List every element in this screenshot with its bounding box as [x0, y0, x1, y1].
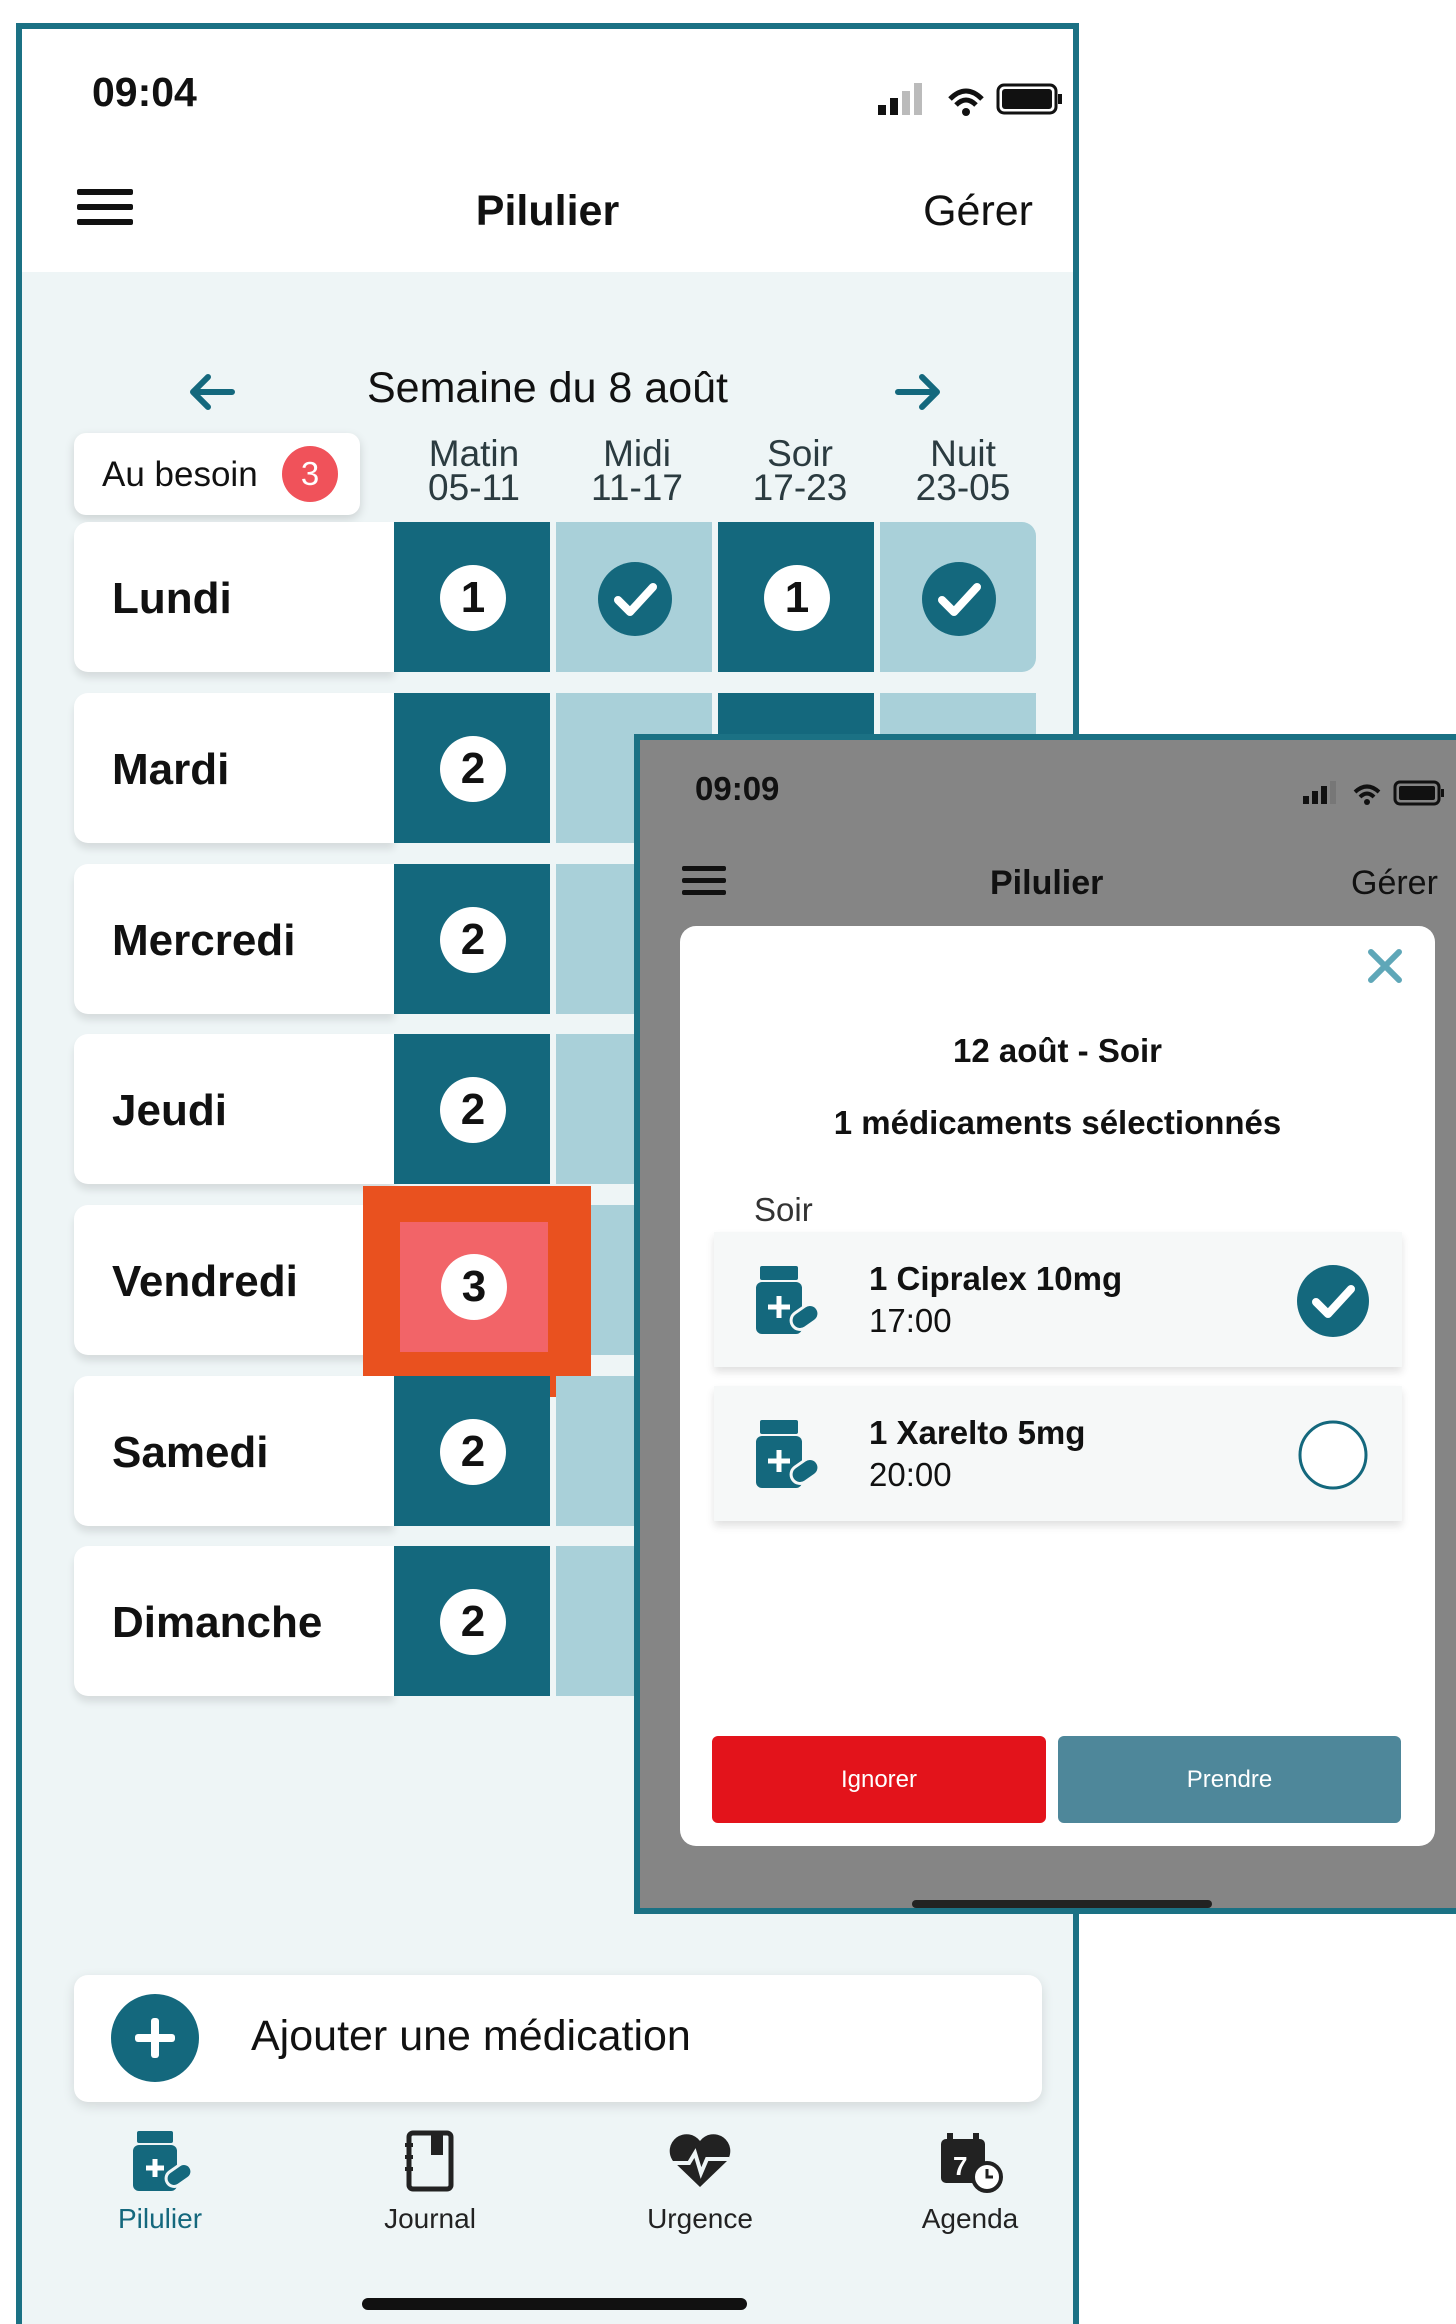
home-indicator — [362, 2298, 747, 2310]
cell-samedi-matin[interactable]: 2 — [394, 1376, 550, 1526]
cell-mardi-matin[interactable]: 2 — [394, 693, 550, 843]
medication-name: 1 Cipralex 10mg — [869, 1260, 1123, 1297]
manage-button[interactable]: Gérer — [1351, 864, 1438, 903]
page-title: Pilulier — [475, 187, 620, 235]
dose-count: 2 — [440, 1077, 506, 1143]
tab-label: Urgence — [647, 2203, 753, 2234]
dose-count: 2 — [440, 736, 506, 802]
home-indicator — [912, 1900, 1212, 1908]
calendar-clock-icon: 7 — [941, 2133, 1003, 2193]
medication-time: 20:00 — [869, 1456, 952, 1493]
modal-title: 12 août - Soir — [952, 1032, 1163, 1069]
tab-label: Agenda — [921, 2203, 1019, 2234]
tab-agenda[interactable]: 7 Agenda — [860, 2129, 1073, 2249]
medication-name: 1 Xarelto 5mg — [869, 1414, 1086, 1451]
period-header-nuit: Nuit 23-05 — [915, 433, 1011, 508]
check-icon — [922, 562, 996, 636]
checked-icon[interactable] — [1297, 1265, 1369, 1337]
close-icon[interactable] — [1365, 946, 1405, 986]
unchecked-circle-icon[interactable] — [1297, 1419, 1369, 1491]
dose-count: 3 — [441, 1254, 507, 1320]
tab-journal[interactable]: Journal — [320, 2129, 540, 2249]
plus-icon — [111, 1994, 199, 2082]
tab-label: Pilulier — [117, 2203, 203, 2234]
medication-item[interactable]: 1 Xarelto 5mg 20:00 — [714, 1386, 1402, 1521]
status-time: 09:09 — [695, 770, 780, 807]
day-label: Mardi — [74, 693, 394, 843]
as-needed-button[interactable]: Au besoin 3 — [74, 433, 360, 515]
day-label: Samedi — [74, 1376, 394, 1526]
as-needed-badge: 3 — [282, 446, 338, 502]
arrow-right-icon[interactable] — [888, 367, 948, 417]
cell-jeudi-matin[interactable]: 2 — [394, 1034, 550, 1184]
svg-text:7: 7 — [953, 2151, 967, 2181]
highlight-frame: 3 — [363, 1186, 591, 1397]
status-icons — [1303, 780, 1444, 806]
tab-urgence[interactable]: Urgence — [590, 2129, 810, 2249]
top-bar: 09:04 Pilulier Gérer — [22, 29, 1073, 272]
dose-count: 2 — [440, 1419, 506, 1485]
manage-button[interactable]: Gérer — [923, 187, 1033, 236]
pill-bottle-icon — [756, 1266, 821, 1334]
modal-subtitle: 1 médicaments sélectionnés — [833, 1104, 1282, 1141]
day-label: Mercredi — [74, 864, 394, 1014]
cell-lundi-soir[interactable]: 1 — [718, 522, 874, 672]
as-needed-label: Au besoin — [102, 455, 258, 494]
period-header-midi: Midi 11-17 — [591, 433, 683, 508]
journal-icon — [405, 2130, 454, 2192]
dose-count: 2 — [440, 1589, 506, 1655]
tab-label: Journal — [384, 2203, 476, 2234]
period-header-soir: Soir 17-23 — [752, 433, 848, 508]
take-medication-modal: 12 août - Soir 1 médicaments sélectionné… — [680, 926, 1435, 1846]
overlay-phone-screen: 09:09 Pilulier Gérer 12 août - Soir 1 mé… — [634, 734, 1456, 1914]
heartbeat-icon — [669, 2134, 731, 2187]
cell-lundi-midi[interactable] — [556, 522, 712, 672]
day-label: Lundi — [74, 522, 394, 672]
cell-lundi-matin[interactable]: 1 — [394, 522, 550, 672]
add-medication-label: Ajouter une médication — [251, 2012, 691, 2060]
pill-bottle-icon — [133, 2131, 194, 2191]
pill-bottle-icon — [756, 1420, 821, 1488]
check-icon — [598, 562, 672, 636]
status-icons — [878, 83, 1062, 116]
cell-lundi-nuit[interactable] — [880, 522, 1036, 672]
medication-time: 17:00 — [869, 1302, 952, 1339]
medication-item[interactable]: 1 Cipralex 10mg 17:00 — [714, 1232, 1402, 1367]
ignore-button[interactable]: Ignorer — [712, 1736, 1046, 1823]
take-button[interactable]: Prendre — [1058, 1736, 1401, 1823]
dose-count: 1 — [764, 565, 830, 631]
page-title: Pilulier — [990, 864, 1104, 902]
dose-count: 2 — [440, 907, 506, 973]
menu-icon[interactable] — [682, 866, 726, 898]
day-label: Dimanche — [74, 1546, 394, 1696]
section-label: Soir — [754, 1191, 813, 1228]
cell-vendredi-matin[interactable]: 3 — [400, 1222, 548, 1352]
cell-dimanche-matin[interactable]: 2 — [394, 1546, 550, 1696]
status-time: 09:04 — [92, 69, 197, 115]
tab-bar: Pilulier Journal Urgence 7 Agenda — [22, 2129, 1073, 2324]
day-label: Vendredi — [74, 1205, 394, 1355]
add-medication-button[interactable]: Ajouter une médication — [74, 1975, 1042, 2102]
dose-count: 1 — [440, 565, 506, 631]
cell-mercredi-matin[interactable]: 2 — [394, 864, 550, 1014]
day-label: Jeudi — [74, 1034, 394, 1184]
day-row-lundi: Lundi 1 1 — [74, 522, 1073, 672]
period-header-matin: Matin 05-11 — [428, 433, 520, 508]
tab-pilulier[interactable]: Pilulier — [50, 2129, 270, 2249]
